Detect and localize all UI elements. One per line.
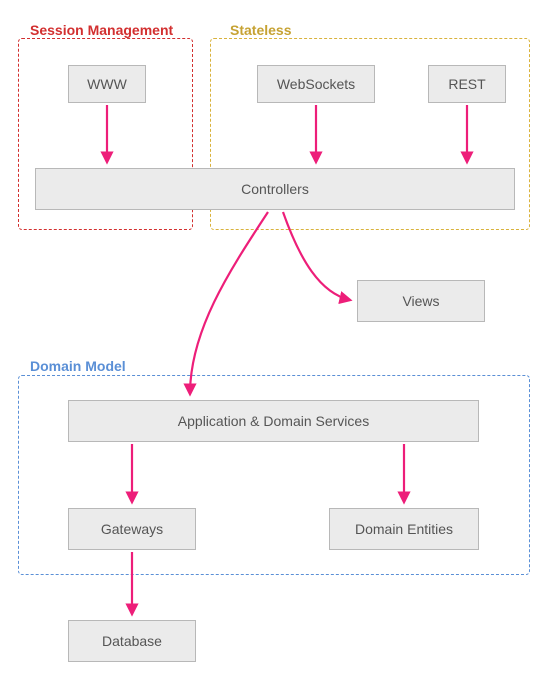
diagram-canvas: Session Management Stateless Domain Mode… — [0, 0, 545, 685]
node-websockets: WebSockets — [257, 65, 375, 103]
node-rest-label: REST — [448, 76, 485, 92]
node-database: Database — [68, 620, 196, 662]
node-views-label: Views — [402, 293, 439, 309]
node-views: Views — [357, 280, 485, 322]
node-gateways: Gateways — [68, 508, 196, 550]
node-rest: REST — [428, 65, 506, 103]
node-services-label: Application & Domain Services — [178, 413, 369, 429]
node-entities-label: Domain Entities — [355, 521, 453, 537]
group-session-management-label: Session Management — [28, 22, 175, 38]
group-domain-model-label: Domain Model — [28, 358, 128, 374]
node-gateways-label: Gateways — [101, 521, 163, 537]
node-websockets-label: WebSockets — [277, 76, 355, 92]
node-controllers-label: Controllers — [241, 181, 309, 197]
node-entities: Domain Entities — [329, 508, 479, 550]
node-www-label: WWW — [87, 76, 127, 92]
node-www: WWW — [68, 65, 146, 103]
node-database-label: Database — [102, 633, 162, 649]
node-controllers: Controllers — [35, 168, 515, 210]
node-services: Application & Domain Services — [68, 400, 479, 442]
group-stateless-label: Stateless — [228, 22, 293, 38]
arrow-controllers-services — [190, 212, 268, 394]
